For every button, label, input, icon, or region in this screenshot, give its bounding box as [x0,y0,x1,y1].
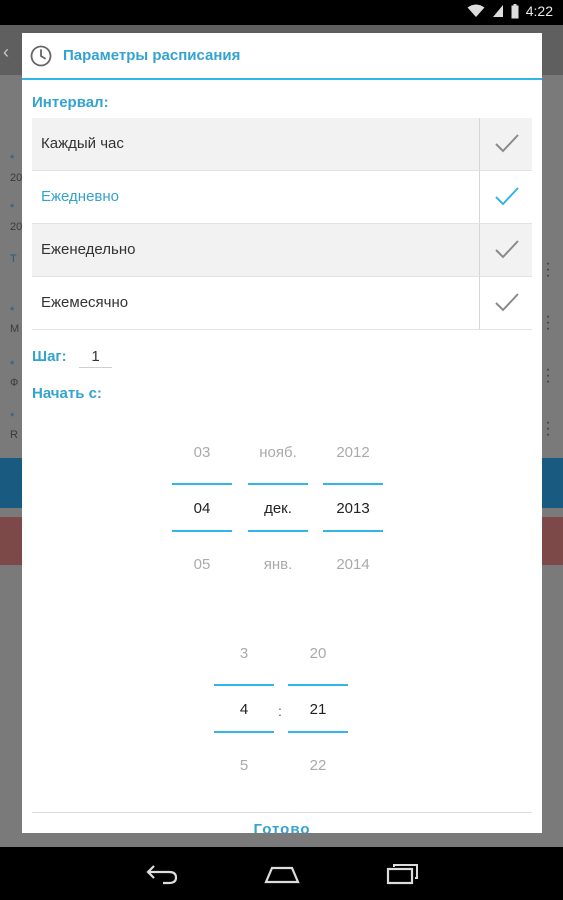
hour-next[interactable]: 5 [214,757,274,774]
dialog-header: Параметры расписания [22,33,542,79]
year-next[interactable]: 2014 [323,556,383,573]
interval-option-label: Еженедельно [41,241,136,258]
background-overflow-icon: · · · [545,255,551,284]
month-next[interactable]: янв. [248,556,308,573]
picker-line [214,731,274,733]
background-overflow-icon: · · · [545,414,551,443]
step-input[interactable]: 1 [79,348,112,368]
background-overflow-icon: · · · [545,361,551,390]
background-overflow-icon: · · · [545,308,551,337]
minute-current[interactable]: 21 [288,701,348,718]
signal-icon [492,5,503,17]
wifi-icon [467,4,485,17]
row-divider [479,118,480,170]
back-icon [146,865,178,885]
hour-picker[interactable]: 3 4 5 [214,639,274,789]
background-fragment: 20 [10,172,23,184]
picker-line [323,530,383,532]
background-fragment: * [10,359,15,371]
background-fragment: Ф [10,377,19,389]
minute-prev[interactable]: 20 [288,645,348,662]
interval-option-daily[interactable]: Ежедневно [32,171,532,224]
minute-picker[interactable]: 20 21 22 [288,639,348,789]
picker-line [172,530,232,532]
background-fragment: * [10,202,15,214]
status-bar: 4:22 [0,0,563,25]
day-picker[interactable]: 03 04 05 [172,438,232,588]
interval-option-monthly[interactable]: Ежемесячно [32,277,532,330]
background-fragment: Т [10,253,17,265]
interval-option-hourly[interactable]: Каждый час [32,118,532,171]
checkmark-icon[interactable] [494,132,520,156]
day-next[interactable]: 05 [172,556,232,573]
interval-option-label: Ежемесячно [41,294,129,311]
time-separator: : [278,703,282,719]
year-prev[interactable]: 2012 [323,444,383,461]
interval-option-weekly[interactable]: Еженедельно [32,224,532,277]
picker-line [248,483,308,485]
home-button[interactable] [262,861,302,887]
hour-current[interactable]: 4 [214,701,274,718]
schedule-dialog: Параметры расписания Интервал: Каждый ча… [22,33,542,833]
step-label: Шаг: [32,348,67,365]
done-button[interactable]: Готово [22,821,542,833]
background-fragment: * [10,305,15,317]
start-label: Начать с: [32,385,102,402]
background-fragment: 20 [10,221,23,233]
month-picker[interactable]: нояб. дек. янв. [248,438,308,588]
minute-next[interactable]: 22 [288,757,348,774]
row-divider [479,277,480,329]
back-button[interactable] [142,861,182,887]
footer-divider [32,812,532,813]
day-current[interactable]: 04 [172,500,232,517]
background-back-chevron: ‹ [3,42,9,62]
picker-line [172,483,232,485]
year-picker[interactable]: 2012 2013 2014 [323,438,383,588]
row-divider [479,224,480,276]
checkmark-icon[interactable] [494,185,520,209]
clock-icon [30,45,52,67]
interval-label: Интервал: [32,94,109,111]
status-time: 4:22 [525,3,553,19]
day-prev[interactable]: 03 [172,444,232,461]
picker-line [323,483,383,485]
background-fragment: * [10,411,15,423]
month-current[interactable]: дек. [248,500,308,517]
navigation-bar [0,847,563,900]
home-icon [264,866,300,884]
interval-list: Каждый час Ежедневно Еженедельно Ежемеся… [32,118,532,330]
picker-line [288,684,348,686]
checkmark-icon[interactable] [494,238,520,262]
recent-apps-icon [386,864,418,885]
interval-option-label: Ежедневно [41,188,120,205]
month-prev[interactable]: нояб. [248,444,308,461]
background-fragment: М [10,323,20,335]
dialog-title: Параметры расписания [63,47,241,64]
picker-line [288,731,348,733]
status-icons: 4:22 [467,3,553,19]
year-current[interactable]: 2013 [323,500,383,517]
interval-option-label: Каждый час [41,135,124,152]
background-fragment: R [10,429,18,441]
hour-prev[interactable]: 3 [214,645,274,662]
picker-line [214,684,274,686]
row-divider [479,171,480,223]
battery-icon [511,3,519,18]
header-divider [22,78,542,80]
checkmark-icon[interactable] [494,291,520,315]
recent-apps-button[interactable] [382,861,422,887]
background-fragment: * [10,153,15,165]
picker-line [248,530,308,532]
